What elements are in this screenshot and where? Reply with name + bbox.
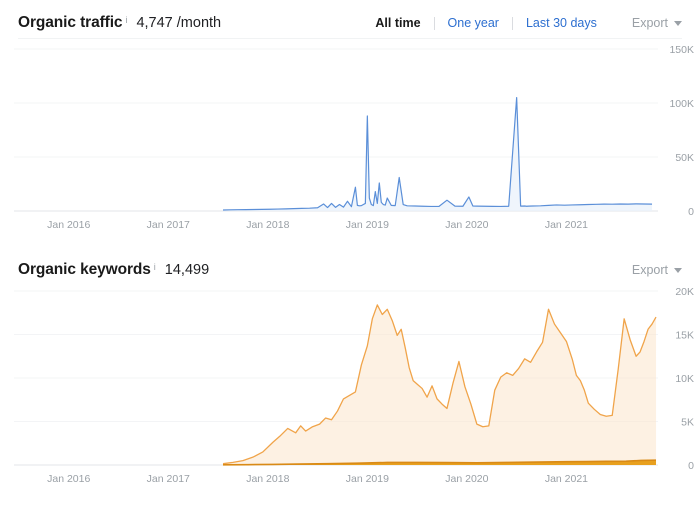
- chevron-down-icon: [674, 20, 682, 26]
- date-range-tabs: All time One year Last 30 days: [362, 16, 609, 30]
- tab-all-time[interactable]: All time: [362, 16, 433, 30]
- line-series-fill: [223, 97, 653, 211]
- organic-keywords-svg: 0 5K 10K 15K 20K Jan 2016 Jan 2017 Jan 2018 Jan …: [14, 286, 694, 485]
- y-axis-tick-label: 5K: [681, 417, 694, 429]
- area-series-fill: [223, 304, 657, 465]
- organic-keywords-chart: 0 5K 10K 15K 20K Jan 2016 Jan 2017 Jan 2018 Jan …: [0, 277, 700, 495]
- x-axis-tick-label: Jan 2017: [147, 473, 190, 485]
- y-axis-tick-label: 100K: [669, 98, 694, 110]
- chevron-down-icon: [674, 267, 682, 273]
- x-axis-tick-label: Jan 2016: [47, 473, 90, 485]
- organic-traffic-header: Organic traffic i 4,747 /month All time …: [0, 0, 700, 38]
- y-axis-tick-label: 10K: [675, 373, 694, 385]
- y-axis-tick-label: 0: [688, 460, 694, 472]
- info-icon[interactable]: i: [125, 15, 127, 25]
- organic-keywords-value: 14,499: [164, 262, 210, 278]
- export-label: Export: [631, 16, 668, 30]
- x-axis-tick-label: Jan 2018: [246, 219, 289, 231]
- tab-last-30-days[interactable]: Last 30 days: [513, 16, 610, 30]
- y-axis-tick-label: 0: [688, 206, 694, 218]
- page-title-organic-traffic: Organic traffic: [18, 14, 123, 31]
- x-axis-tick-label: Jan 2021: [545, 473, 588, 485]
- x-axis-tick-label: Jan 2020: [445, 219, 488, 231]
- y-axis-tick-label: 50K: [675, 152, 694, 164]
- organic-keywords-header: Organic keywords i 14,499 Export: [0, 239, 700, 278]
- line-series-line: [223, 97, 653, 211]
- x-axis-tick-label: Jan 2020: [445, 473, 488, 485]
- organic-traffic-svg: 0 50K 100K 150K Jan 2016 Jan 2017 Jan 2018 Jan …: [14, 44, 694, 231]
- x-axis-tick-label: Jan 2019: [346, 219, 389, 231]
- export-button-traffic[interactable]: Export: [632, 16, 682, 30]
- export-label: Export: [631, 263, 668, 277]
- x-axis-tick-label: Jan 2019: [346, 473, 389, 485]
- organic-traffic-value: 4,747 /month: [136, 15, 222, 31]
- info-icon[interactable]: i: [154, 262, 156, 272]
- x-axis-tick-label: Jan 2021: [545, 219, 588, 231]
- x-axis-tick-label: Jan 2017: [147, 219, 190, 231]
- x-axis-tick-label: Jan 2016: [47, 219, 90, 231]
- y-axis-tick-label: 15K: [675, 330, 694, 342]
- export-button-keywords[interactable]: Export: [632, 263, 682, 277]
- y-axis-tick-label: 20K: [675, 286, 694, 298]
- organic-traffic-chart: 0 50K 100K 150K Jan 2016 Jan 2017 Jan 2018 Jan …: [0, 39, 700, 239]
- seo-metrics-panel: Organic traffic i 4,747 /month All time …: [0, 0, 700, 528]
- x-axis-tick-label: Jan 2018: [246, 473, 289, 485]
- tab-one-year[interactable]: One year: [435, 16, 512, 30]
- y-axis-tick-label: 150K: [669, 44, 694, 56]
